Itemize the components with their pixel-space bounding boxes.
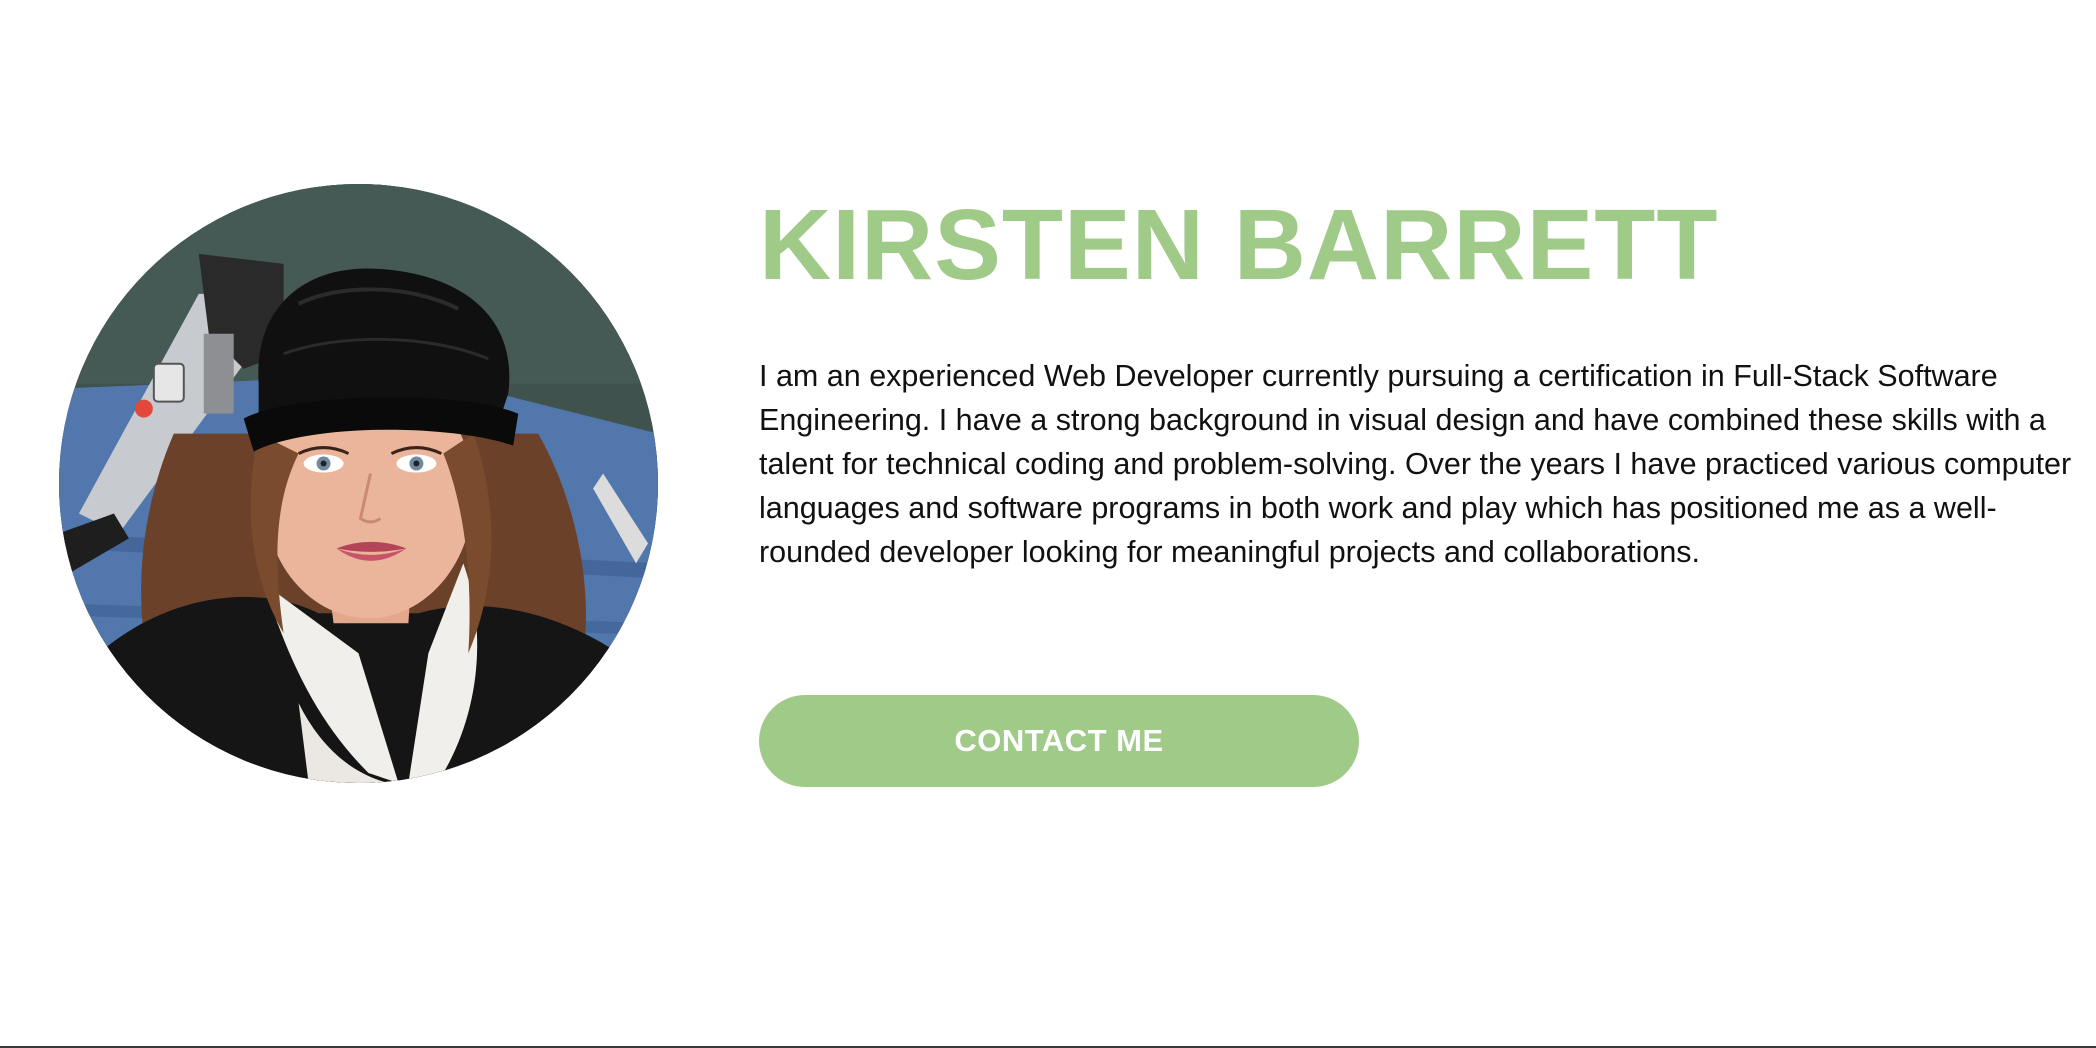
bio-paragraph: I am an experienced Web Developer curren… [759,359,2072,569]
profile-photo-illustration [59,184,658,783]
hero-section: KIRSTEN BARRETT I am an experienced Web … [0,0,2096,1046]
contact-me-button[interactable]: CONTACT ME [759,695,1359,787]
page-title: KIRSTEN BARRETT [759,189,1719,301]
profile-photo [59,184,658,783]
